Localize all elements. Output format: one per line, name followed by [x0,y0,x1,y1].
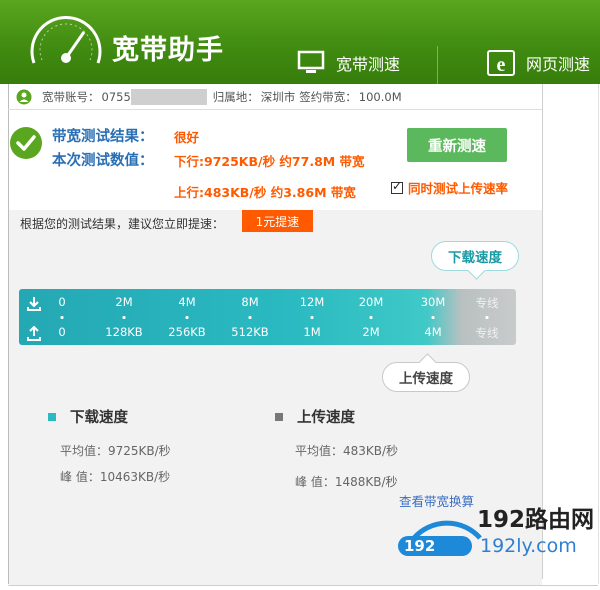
upload-result: 上行:483KB/秒 约3.86M 带宽 [174,185,356,200]
upload-stats-title-label: 上传速度 [297,410,355,426]
upload-tick: 2M [362,325,380,339]
suggestion-text: 根据您的测试结果，建议您立即提速： [20,217,225,231]
upload-test-checkbox-label: 同时测试上传速率 [408,181,509,196]
speed-gauge-bar: 0 2M 4M 8M 12M 20M 30M 专线 0 128KB 256KB … [19,289,516,345]
watermark-brand: 192路由网 [477,507,595,533]
speedometer-logo-icon [30,16,102,64]
upload-test-checkbox[interactable]: 同时测试上传速率 [391,178,508,197]
monitor-icon [297,50,325,73]
account-redacted [130,88,207,105]
upload-tick: 4M [424,325,442,339]
tab-broadband-speed[interactable]: 宽带测速 [296,42,436,84]
download-tick: 8M [241,295,259,309]
bandwidth-conversion-link[interactable]: 查看带宽换算 [399,491,474,510]
upload-icon [27,326,41,341]
download-tick: 专线 [475,296,499,310]
scale-dot [185,316,189,319]
browser-e-icon: e [487,50,515,76]
tab-web-speed-label: 网页测速 [526,55,591,74]
test-result-label: 带宽测试结果： [52,129,154,145]
test-result-area: 带宽测试结果： 很好 本次测试数值： 下行:9725KB/秒 约77.8M 带宽… [8,112,542,210]
upload-speed-bubble: 上传速度 [382,362,470,392]
scale-dot [122,316,126,319]
download-tick: 4M [178,295,196,309]
contract-value: 100.0M [358,89,402,104]
upload-tick: 1M [303,325,321,339]
download-legend-swatch [48,412,56,421]
scale-dot [485,316,489,319]
download-scale-row: 0 2M 4M 8M 12M 20M 30M 专线 [19,295,516,315]
upload-tick: 0 [58,325,66,339]
upload-stats-title: 上传速度 [275,406,355,427]
scale-dot [310,316,314,319]
upload-avg: 平均值：483KB/秒 [295,444,399,458]
download-tick: 0 [58,295,66,309]
scale-dot [248,316,252,319]
download-peak: 峰 值：10463KB/秒 [60,470,171,484]
watermark-pill: 192 [398,536,472,556]
upload-tick: 专线 [475,326,499,340]
watermark-domain: 192ly.com [480,535,577,557]
download-speed-bubble: 下载速度 [431,241,519,271]
nav-divider [437,46,438,84]
download-stats-title: 下载速度 [48,406,128,427]
location-label: 归属地： [212,89,259,104]
download-avg: 平均值：9725KB/秒 [60,444,171,458]
upload-legend-swatch [275,412,283,421]
scale-dot [431,316,435,319]
scale-dot [60,316,64,319]
download-tick: 2M [115,295,133,309]
check-circle-icon [10,127,42,159]
checkbox-checked-icon[interactable] [391,179,403,194]
upload-tick: 512KB [231,325,269,339]
upload-tick: 128KB [105,325,143,339]
location-value: 深圳市 [260,89,296,104]
contract-label: 签约带宽： [299,89,357,104]
speedup-button[interactable]: 1元提速 [242,210,313,232]
tab-web-speed[interactable]: e 网页测速 [486,42,600,84]
download-result: 下行:9725KB/秒 约77.8M 带宽 [174,154,365,169]
download-tick: 20M [358,295,384,309]
app-header: 宽带助手 宽带测速 e 网页测速 [0,0,600,84]
svg-text:e: e [497,54,506,76]
download-tick: 12M [299,295,325,309]
scale-dot [369,316,373,319]
upload-tick: 256KB [168,325,206,339]
app-title: 宽带助手 [112,35,224,66]
account-info-bar: 宽带账号： 0755 归属地： 深圳市 签约带宽： 100.0M [8,84,542,110]
upload-scale-row: 0 128KB 256KB 512KB 1M 2M 4M 专线 [19,325,516,345]
upload-peak: 峰 值：1488KB/秒 [295,475,398,489]
download-icon [27,297,41,311]
account-value: 0755 [101,89,131,104]
download-tick: 30M [420,295,446,309]
tab-broadband-speed-label: 宽带测速 [336,55,401,74]
user-icon [16,89,32,104]
retest-button[interactable]: 重新测速 [407,128,507,162]
test-result-value: 很好 [174,130,200,145]
download-stats-title-label: 下载速度 [70,410,128,426]
account-label: 宽带账号： [42,89,100,104]
test-value-label: 本次测试数值： [52,153,154,169]
